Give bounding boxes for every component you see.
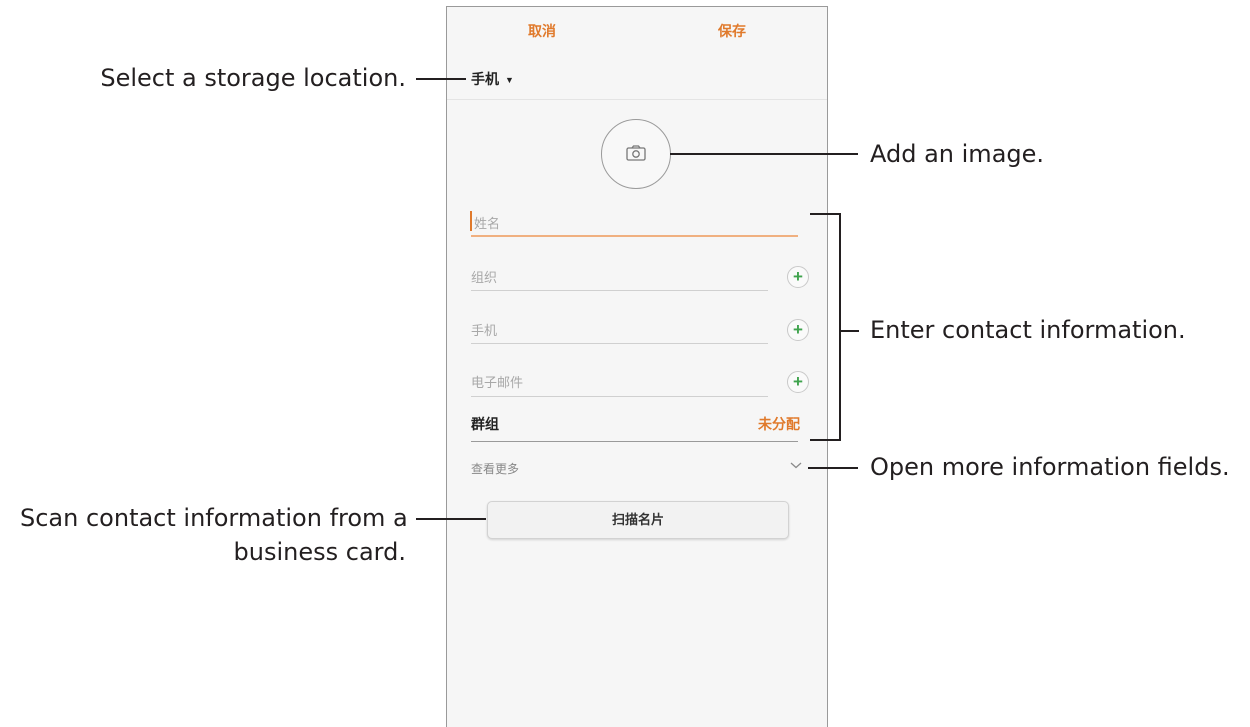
storage-location-label: 手机 <box>471 71 499 87</box>
phone-field[interactable]: 手机 <box>471 320 497 339</box>
callout-add-image: Add an image. <box>870 140 1045 168</box>
callout-contact-information: Enter contact information. <box>870 316 1186 344</box>
bracket-top <box>810 213 841 215</box>
add-phone-button[interactable]: + <box>787 319 809 341</box>
divider <box>447 99 827 100</box>
plus-icon: + <box>793 267 803 286</box>
add-image-button[interactable] <box>601 119 671 189</box>
callout-scan-line1: Scan contact information from a <box>20 504 408 532</box>
add-email-button[interactable]: + <box>787 371 809 393</box>
group-underline <box>471 441 798 442</box>
save-button[interactable]: 保存 <box>637 7 827 55</box>
organization-field-underline <box>471 290 768 291</box>
contact-editor-screen: 取消 保存 手机 ▼ 姓名 组织 + 手机 + 电子邮件 + 群组 未分配 查看更… <box>446 6 828 727</box>
leader-line-storage <box>416 78 466 80</box>
storage-location-selector[interactable]: 手机 ▼ <box>471 69 514 89</box>
name-field-underline <box>471 235 798 237</box>
bracket-vertical <box>839 213 841 441</box>
leader-line-scan <box>416 518 486 520</box>
action-bar: 取消 保存 <box>447 7 827 55</box>
scan-business-card-button[interactable]: 扫描名片 <box>487 501 789 539</box>
group-label[interactable]: 群组 <box>471 414 499 434</box>
plus-icon: + <box>793 320 803 339</box>
add-organization-button[interactable]: + <box>787 266 809 288</box>
cancel-button[interactable]: 取消 <box>447 7 637 55</box>
camera-icon <box>626 145 646 161</box>
leader-line-more <box>808 467 858 469</box>
chevron-down-icon[interactable] <box>788 459 804 471</box>
phone-field-underline <box>471 343 768 344</box>
dropdown-caret-icon: ▼ <box>505 75 514 85</box>
view-more-label[interactable]: 查看更多 <box>471 460 519 477</box>
name-field[interactable]: 姓名 <box>474 213 500 232</box>
callout-scan-line2: business card. <box>233 538 406 566</box>
text-cursor <box>470 211 472 231</box>
bracket-bottom <box>810 439 841 441</box>
email-field-underline <box>471 396 768 397</box>
leader-line-image <box>670 153 858 155</box>
plus-icon: + <box>793 372 803 391</box>
group-value[interactable]: 未分配 <box>758 414 800 434</box>
email-field[interactable]: 电子邮件 <box>471 372 523 391</box>
leader-line-contact <box>841 330 859 332</box>
organization-field[interactable]: 组织 <box>471 267 497 286</box>
callout-more-fields: Open more information fields. <box>870 453 1230 481</box>
callout-storage-location: Select a storage location. <box>100 64 406 92</box>
